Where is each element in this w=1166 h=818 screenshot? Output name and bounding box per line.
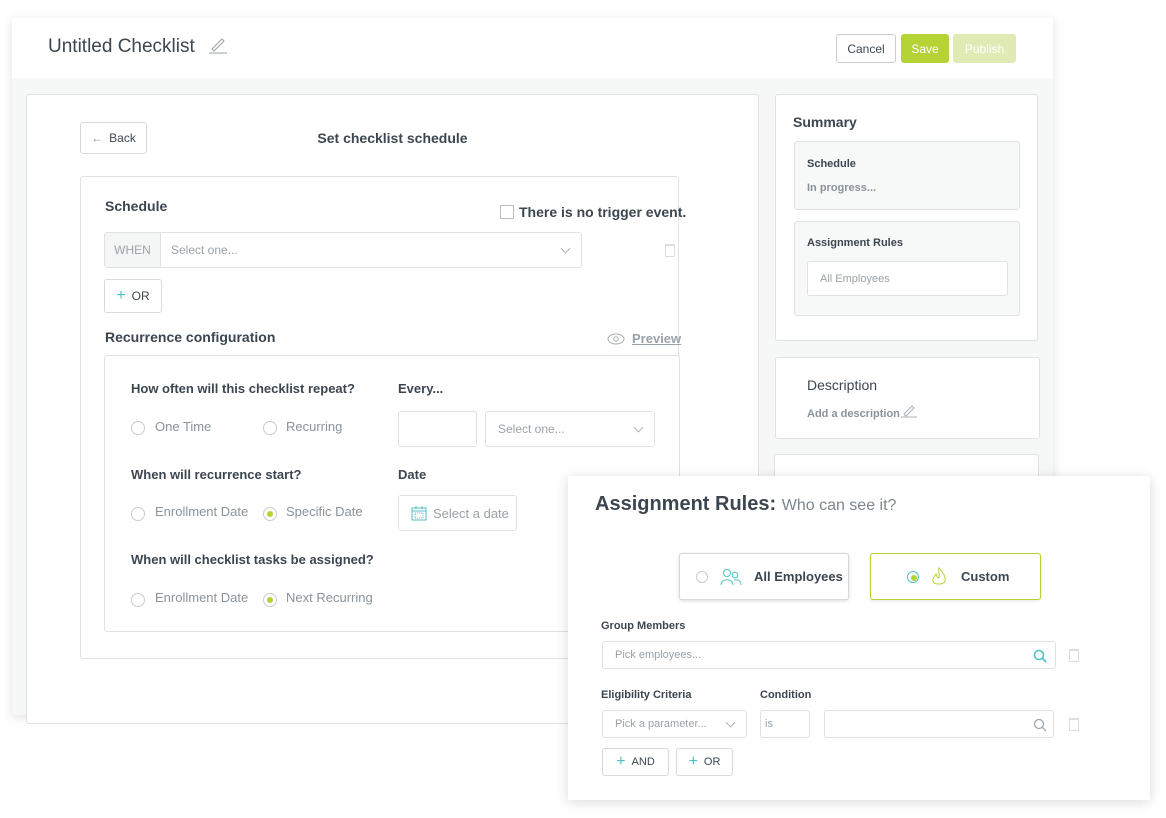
- checklist-title[interactable]: Untitled Checklist: [48, 36, 195, 58]
- description-card: [775, 357, 1040, 439]
- condition-select[interactable]: is: [760, 710, 810, 738]
- start-question: When will recurrence start?: [131, 467, 302, 482]
- custom-label: Custom: [961, 569, 1010, 584]
- when-label: WHEN: [105, 233, 161, 267]
- arrow-left-icon: ←: [91, 131, 104, 145]
- group-members-label: Group Members: [601, 620, 686, 632]
- back-button[interactable]: ← Back: [80, 122, 147, 154]
- radio-specific-date[interactable]: [263, 507, 277, 521]
- date-placeholder: Select a date: [433, 505, 509, 521]
- add-and-button[interactable]: + AND: [602, 748, 669, 776]
- enrollment-date-label: Enrollment Date: [155, 504, 249, 519]
- edit-pencil-icon[interactable]: [208, 36, 228, 54]
- eye-icon: [607, 333, 625, 345]
- eligibility-label: Eligibility Criteria: [601, 689, 692, 701]
- calendar-icon: [411, 506, 427, 521]
- recurrence-label: Recurrence configuration: [105, 329, 276, 345]
- next-recurring-label: Next Recurring: [286, 590, 373, 605]
- trash-icon[interactable]: [1069, 649, 1079, 662]
- trash-icon[interactable]: [1069, 718, 1079, 731]
- people-icon: [720, 568, 742, 585]
- group-members-input[interactable]: Pick employees...: [602, 641, 1056, 669]
- edit-pencil-icon[interactable]: [901, 403, 917, 418]
- radio-enrollment-date[interactable]: [131, 507, 145, 521]
- all-employees-label: All Employees: [754, 569, 843, 584]
- condition-label: Condition: [760, 689, 812, 701]
- trash-icon[interactable]: [665, 244, 675, 257]
- parameter-placeholder: Pick a parameter...: [615, 718, 707, 730]
- description-title: Description: [807, 377, 878, 393]
- cancel-button[interactable]: Cancel: [836, 34, 896, 63]
- page-title: Set checklist schedule: [317, 130, 468, 146]
- chevron-down-icon: [633, 422, 644, 433]
- add-or-button[interactable]: + OR: [104, 279, 162, 313]
- every-unit-placeholder: Select one...: [498, 422, 565, 436]
- back-label: Back: [109, 131, 136, 145]
- add-or-condition-button[interactable]: + OR: [676, 748, 733, 776]
- radio-recurring[interactable]: [263, 421, 277, 435]
- schedule-label: Schedule: [105, 198, 168, 214]
- radio-next-recurring[interactable]: [263, 593, 277, 607]
- summary-assignment-label: Assignment Rules: [807, 237, 903, 249]
- when-placeholder: Select one...: [171, 243, 238, 257]
- plus-icon: +: [688, 753, 698, 770]
- publish-button[interactable]: Publish: [953, 34, 1016, 63]
- plus-icon: +: [616, 753, 626, 770]
- group-members-placeholder: Pick employees...: [615, 649, 702, 661]
- and-label: AND: [631, 756, 655, 768]
- summary-schedule-status: In progress...: [807, 182, 877, 194]
- search-icon: [1033, 718, 1047, 732]
- when-select[interactable]: WHEN Select one...: [104, 232, 582, 268]
- flame-icon: [932, 566, 946, 584]
- parameter-select[interactable]: Pick a parameter...: [602, 710, 747, 738]
- no-trigger-label: There is no trigger event.: [519, 204, 687, 220]
- summary-assignment-value[interactable]: All Employees: [807, 261, 1008, 296]
- enrollment-date-assign-label: Enrollment Date: [155, 590, 249, 605]
- add-description-link[interactable]: Add a description: [807, 408, 900, 420]
- or-label: OR: [131, 289, 150, 303]
- option-all-employees[interactable]: All Employees: [679, 553, 849, 600]
- summary-schedule-label: Schedule: [807, 158, 856, 170]
- option-custom[interactable]: Custom: [870, 553, 1041, 600]
- save-button[interactable]: Save: [901, 34, 949, 63]
- every-input[interactable]: [398, 411, 477, 447]
- assignment-title: Assignment Rules: Who can see it?: [595, 493, 896, 516]
- specific-date-label: Specific Date: [286, 504, 363, 519]
- summary-title: Summary: [793, 114, 857, 130]
- assign-question: When will checklist tasks be assigned?: [131, 552, 374, 567]
- value-input[interactable]: [824, 710, 1054, 738]
- radio-one-time[interactable]: [131, 421, 145, 435]
- chevron-down-icon: [725, 717, 736, 728]
- or-condition-label: OR: [703, 756, 721, 768]
- assignment-subtitle: Who can see it?: [781, 497, 897, 514]
- radio-custom: [907, 570, 919, 583]
- search-icon: [1033, 649, 1047, 663]
- chevron-down-icon: [560, 243, 571, 254]
- repeat-question: How often will this checklist repeat?: [131, 381, 355, 396]
- no-trigger-checkbox[interactable]: [500, 205, 514, 219]
- plus-icon: +: [116, 287, 126, 304]
- assignment-title-text: Assignment Rules:: [595, 493, 777, 515]
- preview-link[interactable]: Preview: [632, 331, 681, 346]
- every-label: Every...: [398, 381, 444, 396]
- recurring-label: Recurring: [286, 419, 343, 434]
- radio-enrollment-date-assign[interactable]: [131, 593, 145, 607]
- summary-schedule-box: [794, 141, 1020, 210]
- one-time-label: One Time: [155, 419, 212, 434]
- date-label: Date: [398, 467, 427, 482]
- every-unit-select[interactable]: Select one...: [485, 411, 655, 447]
- date-picker[interactable]: Select a date: [398, 495, 517, 531]
- radio-all-employees: [696, 570, 708, 583]
